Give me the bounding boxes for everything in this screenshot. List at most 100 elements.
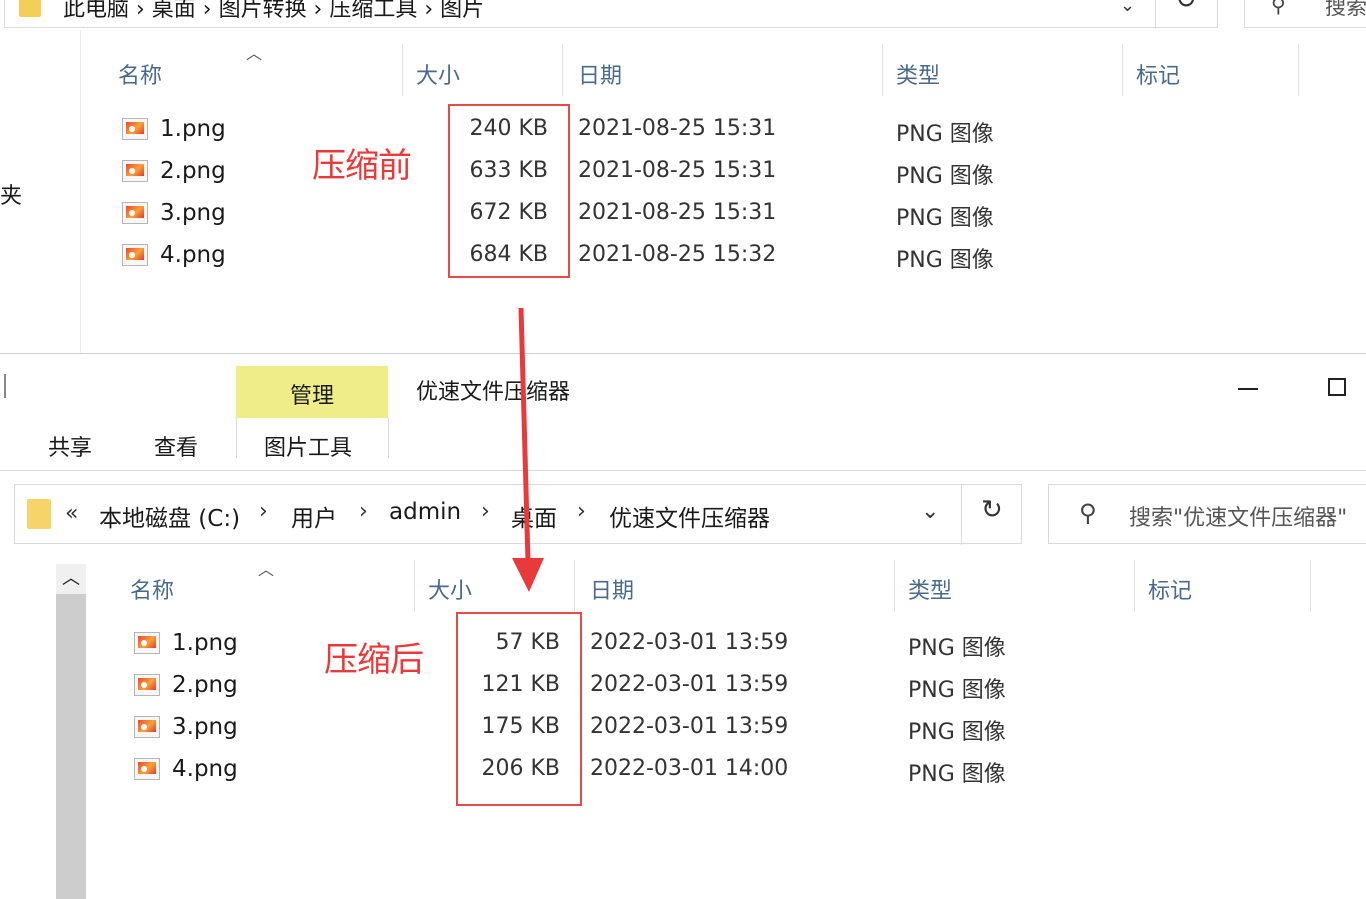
- tab-share[interactable]: 共享: [48, 430, 92, 462]
- breadcrumb-separator[interactable]: ›: [481, 499, 490, 524]
- file-row[interactable]: 3.png 175 KB 2022-03-01 13:59 PNG 图像: [0, 710, 1310, 750]
- column-divider: [1298, 44, 1299, 96]
- file-date: 2022-03-01 13:59: [590, 714, 789, 739]
- tab-picture-tools[interactable]: 图片工具: [264, 430, 352, 462]
- column-header-tags[interactable]: 标记: [1136, 58, 1180, 90]
- search-icon: ⚲: [1079, 499, 1097, 527]
- minimize-icon[interactable]: [1238, 388, 1258, 390]
- column-divider: [882, 44, 883, 96]
- column-header-size[interactable]: 大小: [416, 58, 460, 90]
- explorer-window-before: 此电脑 › 桌面 › 图片转换 › 压缩工具 › 图片 ⌄ ↻ ⚲ 搜索 夹 ︿…: [0, 0, 1366, 353]
- search-box[interactable]: ⚲ 搜索"优速文件压缩器": [1048, 484, 1366, 544]
- annotation-before: 压缩前: [312, 146, 412, 186]
- size-highlight-box: [448, 104, 570, 278]
- breadcrumb-separator[interactable]: ›: [577, 499, 586, 524]
- overflow-chevron[interactable]: «: [65, 501, 78, 526]
- file-row[interactable]: 4.png 684 KB 2021-08-25 15:32 PNG 图像: [0, 238, 1300, 278]
- sort-caret-icon: ︿: [246, 44, 263, 63]
- search-box[interactable]: ⚲ 搜索: [1244, 0, 1366, 28]
- tab-manage-label: 管理: [289, 384, 334, 409]
- divider: [1155, 0, 1156, 29]
- file-row[interactable]: 2.png 121 KB 2022-03-01 13:59 PNG 图像: [0, 668, 1310, 708]
- file-name: 2.png: [172, 672, 238, 698]
- chevron-down-icon[interactable]: ⌄: [921, 499, 939, 524]
- file-type: PNG 图像: [896, 164, 994, 189]
- file-name: 1.png: [172, 630, 238, 656]
- png-file-icon: [122, 118, 148, 140]
- search-icon: ⚲: [1271, 0, 1286, 17]
- file-row[interactable]: 1.png 57 KB 2022-03-01 13:59 PNG 图像: [0, 626, 1310, 666]
- address-breadcrumb[interactable]: 此电脑 › 桌面 › 图片转换 › 压缩工具 › 图片: [63, 0, 484, 23]
- scroll-up-icon[interactable]: ︿: [56, 564, 86, 594]
- ribbon-divider: [0, 470, 1366, 471]
- file-name: 1.png: [160, 116, 226, 142]
- divider: [388, 418, 389, 458]
- file-name: 2.png: [160, 158, 226, 184]
- file-type: PNG 图像: [908, 636, 1006, 661]
- file-name: 4.png: [172, 756, 238, 782]
- file-date: 2022-03-01 13:59: [590, 672, 789, 697]
- column-header-tags[interactable]: 标记: [1148, 573, 1192, 605]
- file-name: 3.png: [160, 200, 226, 226]
- breadcrumb-separator[interactable]: ›: [259, 499, 268, 524]
- file-row[interactable]: 4.png 206 KB 2022-03-01 14:00 PNG 图像: [0, 752, 1310, 792]
- file-row[interactable]: 3.png 672 KB 2021-08-25 15:31 PNG 图像: [0, 196, 1300, 236]
- png-file-icon: [122, 202, 148, 224]
- address-bar[interactable]: 此电脑 › 桌面 › 图片转换 › 压缩工具 › 图片 ⌄ ↻: [4, 0, 1218, 29]
- chevron-down-icon[interactable]: ⌄: [1120, 0, 1135, 16]
- file-date: 2021-08-25 15:32: [578, 242, 777, 267]
- png-file-icon: [122, 160, 148, 182]
- file-type: PNG 图像: [908, 762, 1006, 787]
- file-type: PNG 图像: [896, 122, 994, 147]
- refresh-icon[interactable]: ↻: [1175, 0, 1197, 15]
- sort-caret-icon: ︿: [258, 560, 275, 579]
- column-header-name[interactable]: 名称: [130, 573, 174, 605]
- file-type: PNG 图像: [896, 206, 994, 231]
- size-highlight-box: [456, 612, 582, 806]
- file-date: 2021-08-25 15:31: [578, 200, 777, 225]
- column-header-date[interactable]: 日期: [590, 573, 634, 605]
- file-row[interactable]: 2.png 633 KB 2021-08-25 15:31 PNG 图像: [0, 154, 1300, 194]
- search-placeholder: 搜索: [1325, 0, 1366, 19]
- maximize-icon[interactable]: [1328, 378, 1346, 396]
- file-date: 2021-08-25 15:31: [578, 158, 777, 183]
- column-header-size[interactable]: 大小: [428, 573, 472, 605]
- file-row[interactable]: 1.png 240 KB 2021-08-25 15:31 PNG 图像: [0, 112, 1300, 152]
- divider: [961, 485, 962, 545]
- address-bar[interactable]: « 本地磁盘 (C:) › 用户 › admin › 桌面 › 优速文件压缩器 …: [14, 484, 1022, 545]
- breadcrumb-users[interactable]: 用户: [291, 499, 337, 533]
- file-date: 2021-08-25 15:31: [578, 116, 777, 141]
- search-placeholder: 搜索"优速文件压缩器": [1129, 506, 1348, 531]
- divider: [236, 418, 237, 458]
- window-title: 优速文件压缩器: [416, 380, 571, 405]
- column-divider: [894, 560, 895, 612]
- folder-icon: [19, 0, 41, 17]
- png-file-icon: [134, 758, 160, 780]
- breadcrumb-local-disk[interactable]: 本地磁盘 (C:): [99, 499, 240, 533]
- breadcrumb-desktop[interactable]: 桌面: [511, 499, 557, 533]
- breadcrumb-compressor[interactable]: 优速文件压缩器: [609, 499, 770, 533]
- window-edge: [4, 374, 6, 398]
- file-name: 3.png: [172, 714, 238, 740]
- breadcrumb-separator[interactable]: ›: [359, 499, 368, 524]
- column-divider: [1134, 560, 1135, 612]
- file-type: PNG 图像: [896, 248, 994, 273]
- column-divider: [1122, 44, 1123, 96]
- file-type: PNG 图像: [908, 678, 1006, 703]
- column-header-type[interactable]: 类型: [908, 573, 952, 605]
- column-header-name[interactable]: 名称: [118, 58, 162, 90]
- png-file-icon: [122, 244, 148, 266]
- refresh-icon[interactable]: ↻: [981, 495, 1003, 525]
- png-file-icon: [134, 716, 160, 738]
- column-header-date[interactable]: 日期: [578, 58, 622, 90]
- png-file-icon: [134, 674, 160, 696]
- tab-manage[interactable]: 管理: [236, 366, 388, 418]
- folder-icon: [27, 499, 51, 529]
- column-header-type[interactable]: 类型: [896, 58, 940, 90]
- tab-view[interactable]: 查看: [154, 430, 198, 462]
- png-file-icon: [134, 632, 160, 654]
- breadcrumb-admin[interactable]: admin: [389, 499, 461, 525]
- column-divider: [574, 560, 575, 612]
- explorer-window-after: 管理 优速文件压缩器 共享 查看 图片工具 « 本地磁盘 (C:) › 用户 ›…: [0, 353, 1366, 899]
- file-name: 4.png: [160, 242, 226, 268]
